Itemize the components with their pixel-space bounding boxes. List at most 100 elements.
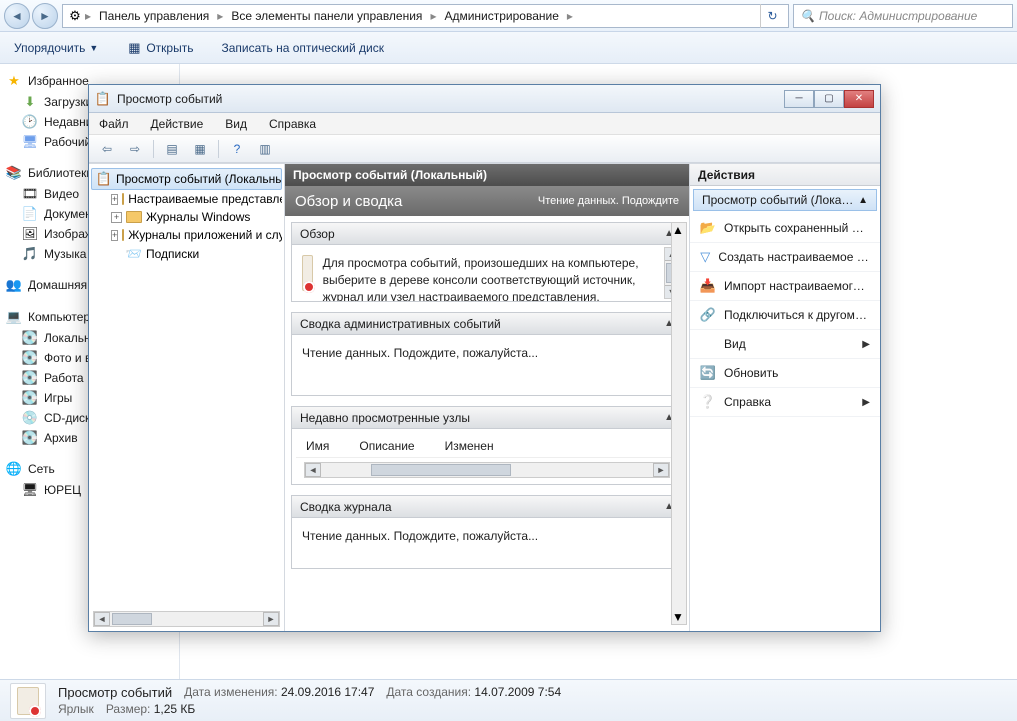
doc-icon: 📄 <box>22 206 38 222</box>
close-button[interactable]: ✕ <box>844 90 874 108</box>
desktop-icon: 🖥 <box>22 134 38 150</box>
breadcrumb-seg[interactable]: Панель управления <box>93 7 215 25</box>
col-name[interactable]: Имя <box>306 439 329 453</box>
explorer-toolbar: Упорядочить ▼ ▦Открыть Записать на оптич… <box>0 32 1017 64</box>
disk-icon: 💽 <box>22 330 38 346</box>
nav-forward-button[interactable]: ► <box>32 3 58 29</box>
minimize-button[interactable]: ─ <box>784 90 814 108</box>
tree-label: Настраиваемые представления <box>128 192 282 206</box>
breadcrumb-seg[interactable]: Администрирование <box>438 7 564 25</box>
tree-item[interactable]: + Настраиваемые представления <box>91 190 282 208</box>
panel-header[interactable]: Сводка журнала▲ <box>292 496 682 518</box>
overview-title: Обзор и сводка <box>295 193 402 210</box>
burn-button[interactable]: Записать на оптический диск <box>215 37 390 59</box>
panel-header[interactable]: Сводка административных событий▲ <box>292 313 682 335</box>
properties-icon[interactable]: ▦ <box>188 138 212 160</box>
chevron-right-icon: ▶ <box>862 339 870 350</box>
computer-icon: 💻 <box>6 309 22 325</box>
tree-panel: 📋 Просмотр событий (Локальный) + Настраив… <box>89 164 285 631</box>
image-icon: 🖼 <box>22 226 38 242</box>
action-item[interactable]: 📂Открыть сохраненный журнал... <box>690 214 880 243</box>
loading-text: Чтение данных. Подождите, пожалуйста... <box>302 528 538 545</box>
menu-bar: Файл Действие Вид Справка <box>89 113 880 135</box>
action-item[interactable]: 🔗 Подключиться к другому компьютеру... <box>690 301 880 330</box>
horizontal-scrollbar[interactable]: ◄► <box>93 611 280 627</box>
view-icon <box>700 336 716 352</box>
collapse-icon[interactable]: ▲ <box>858 195 868 206</box>
action-item[interactable]: Вид ▶ <box>690 330 880 359</box>
forward-icon[interactable]: ⇨ <box>123 138 147 160</box>
action-label: Обновить <box>724 366 778 380</box>
disk-icon: 💽 <box>22 350 38 366</box>
action-item[interactable]: ▽Создать настраиваемое представление... <box>690 243 880 272</box>
status-value: 24.09.2016 17:47 <box>281 685 374 699</box>
back-icon[interactable]: ⇦ <box>95 138 119 160</box>
panel-header[interactable]: Недавно просмотренные узлы▲ <box>292 407 682 429</box>
refresh-icon: 🔄 <box>700 365 716 381</box>
expand-icon[interactable]: + <box>111 230 118 241</box>
tree-label: Просмотр событий (Локальный) <box>116 172 282 186</box>
window-title: Просмотр событий <box>117 92 778 106</box>
actions-panel: Действия Просмотр событий (Локальный) ▲ … <box>690 164 880 631</box>
expand-icon[interactable]: + <box>111 212 122 223</box>
help-icon[interactable]: ? <box>225 138 249 160</box>
connect-icon: 🔗 <box>700 307 716 323</box>
search-input[interactable]: 🔍 Поиск: Администрирование <box>793 4 1013 28</box>
organize-button[interactable]: Упорядочить ▼ <box>8 37 104 59</box>
video-icon: 🎞 <box>22 186 38 202</box>
center-subheader: Обзор и сводка Чтение данных. Подождите <box>285 186 689 216</box>
panel-log-summary: Сводка журнала▲ Чтение данных. Подождите… <box>291 495 683 569</box>
action-item[interactable]: 🔄 Обновить <box>690 359 880 388</box>
menu-action[interactable]: Действие <box>147 115 208 133</box>
loading-text: Чтение данных. Подождите, пожалуйста... <box>302 345 538 362</box>
vertical-scrollbar[interactable]: ▲▼ <box>671 222 687 625</box>
menu-view[interactable]: Вид <box>221 115 251 133</box>
maximize-button[interactable]: ▢ <box>814 90 844 108</box>
expand-icon[interactable]: + <box>111 194 118 205</box>
action-item[interactable]: 📥Импорт настраиваемого представления... <box>690 272 880 301</box>
open-button[interactable]: ▦Открыть <box>120 36 199 60</box>
address-bar: ◄ ► ⚙ ▸ Панель управления▸ Все элементы … <box>0 0 1017 32</box>
menu-file[interactable]: Файл <box>95 115 133 133</box>
view-icon[interactable]: ▥ <box>253 138 277 160</box>
tree-root[interactable]: 📋 Просмотр событий (Локальный) <box>91 168 282 190</box>
search-placeholder: Поиск: Администрирование <box>819 9 977 23</box>
folder-icon <box>126 211 142 223</box>
loading-status: Чтение данных. Подождите <box>538 195 679 207</box>
col-modified[interactable]: Изменен <box>445 439 494 453</box>
center-panel: Просмотр событий (Локальный) Обзор и сво… <box>285 164 690 631</box>
action-item[interactable]: ❔Справка▶ <box>690 388 880 417</box>
col-desc[interactable]: Описание <box>359 439 414 453</box>
eventviewer-icon: 📋 <box>96 171 112 187</box>
action-label: Создать настраиваемое представление... <box>718 250 870 264</box>
recent-icon: 🕑 <box>22 114 38 130</box>
breadcrumb[interactable]: ⚙ ▸ Панель управления▸ Все элементы пане… <box>62 4 789 28</box>
tree-item[interactable]: + Журналы приложений и служб <box>91 226 282 244</box>
network-icon: 🌐 <box>6 461 22 477</box>
tree-item[interactable]: 📨Подписки <box>91 244 282 264</box>
file-icon <box>10 683 46 719</box>
status-label: Дата изменения: <box>184 685 278 699</box>
panel-header[interactable]: Обзор▲ <box>292 223 682 245</box>
show-tree-icon[interactable]: ▤ <box>160 138 184 160</box>
breadcrumb-seg[interactable]: Все элементы панели управления <box>225 7 428 25</box>
action-label: Вид <box>724 337 746 351</box>
horizontal-scrollbar[interactable]: ◄► <box>304 462 670 478</box>
column-headers: Имя Описание Изменен <box>296 435 678 458</box>
icon-toolbar: ⇦ ⇨ ▤ ▦ ? ▥ <box>89 135 880 163</box>
action-label: Открыть сохраненный журнал... <box>724 221 870 235</box>
tree-label: Журналы приложений и служб <box>128 228 282 242</box>
refresh-icon[interactable]: ↻ <box>760 4 784 28</box>
folder-icon <box>122 193 124 205</box>
actions-group-header[interactable]: Просмотр событий (Локальный) ▲ <box>693 189 877 211</box>
tree-item[interactable]: +Журналы Windows <box>91 208 282 226</box>
panel-admin-summary: Сводка административных событий▲ Чтение … <box>291 312 683 396</box>
disk-icon: 💽 <box>22 370 38 386</box>
nav-back-button[interactable]: ◄ <box>4 3 30 29</box>
titlebar[interactable]: 📋 Просмотр событий ─ ▢ ✕ <box>89 85 880 113</box>
open-icon: ▦ <box>126 40 142 56</box>
action-label: Подключиться к другому компьютеру... <box>724 308 870 322</box>
menu-help[interactable]: Справка <box>265 115 320 133</box>
status-bar: Просмотр событий Дата изменения: 24.09.2… <box>0 679 1017 721</box>
pc-icon: 🖥 <box>22 482 38 498</box>
